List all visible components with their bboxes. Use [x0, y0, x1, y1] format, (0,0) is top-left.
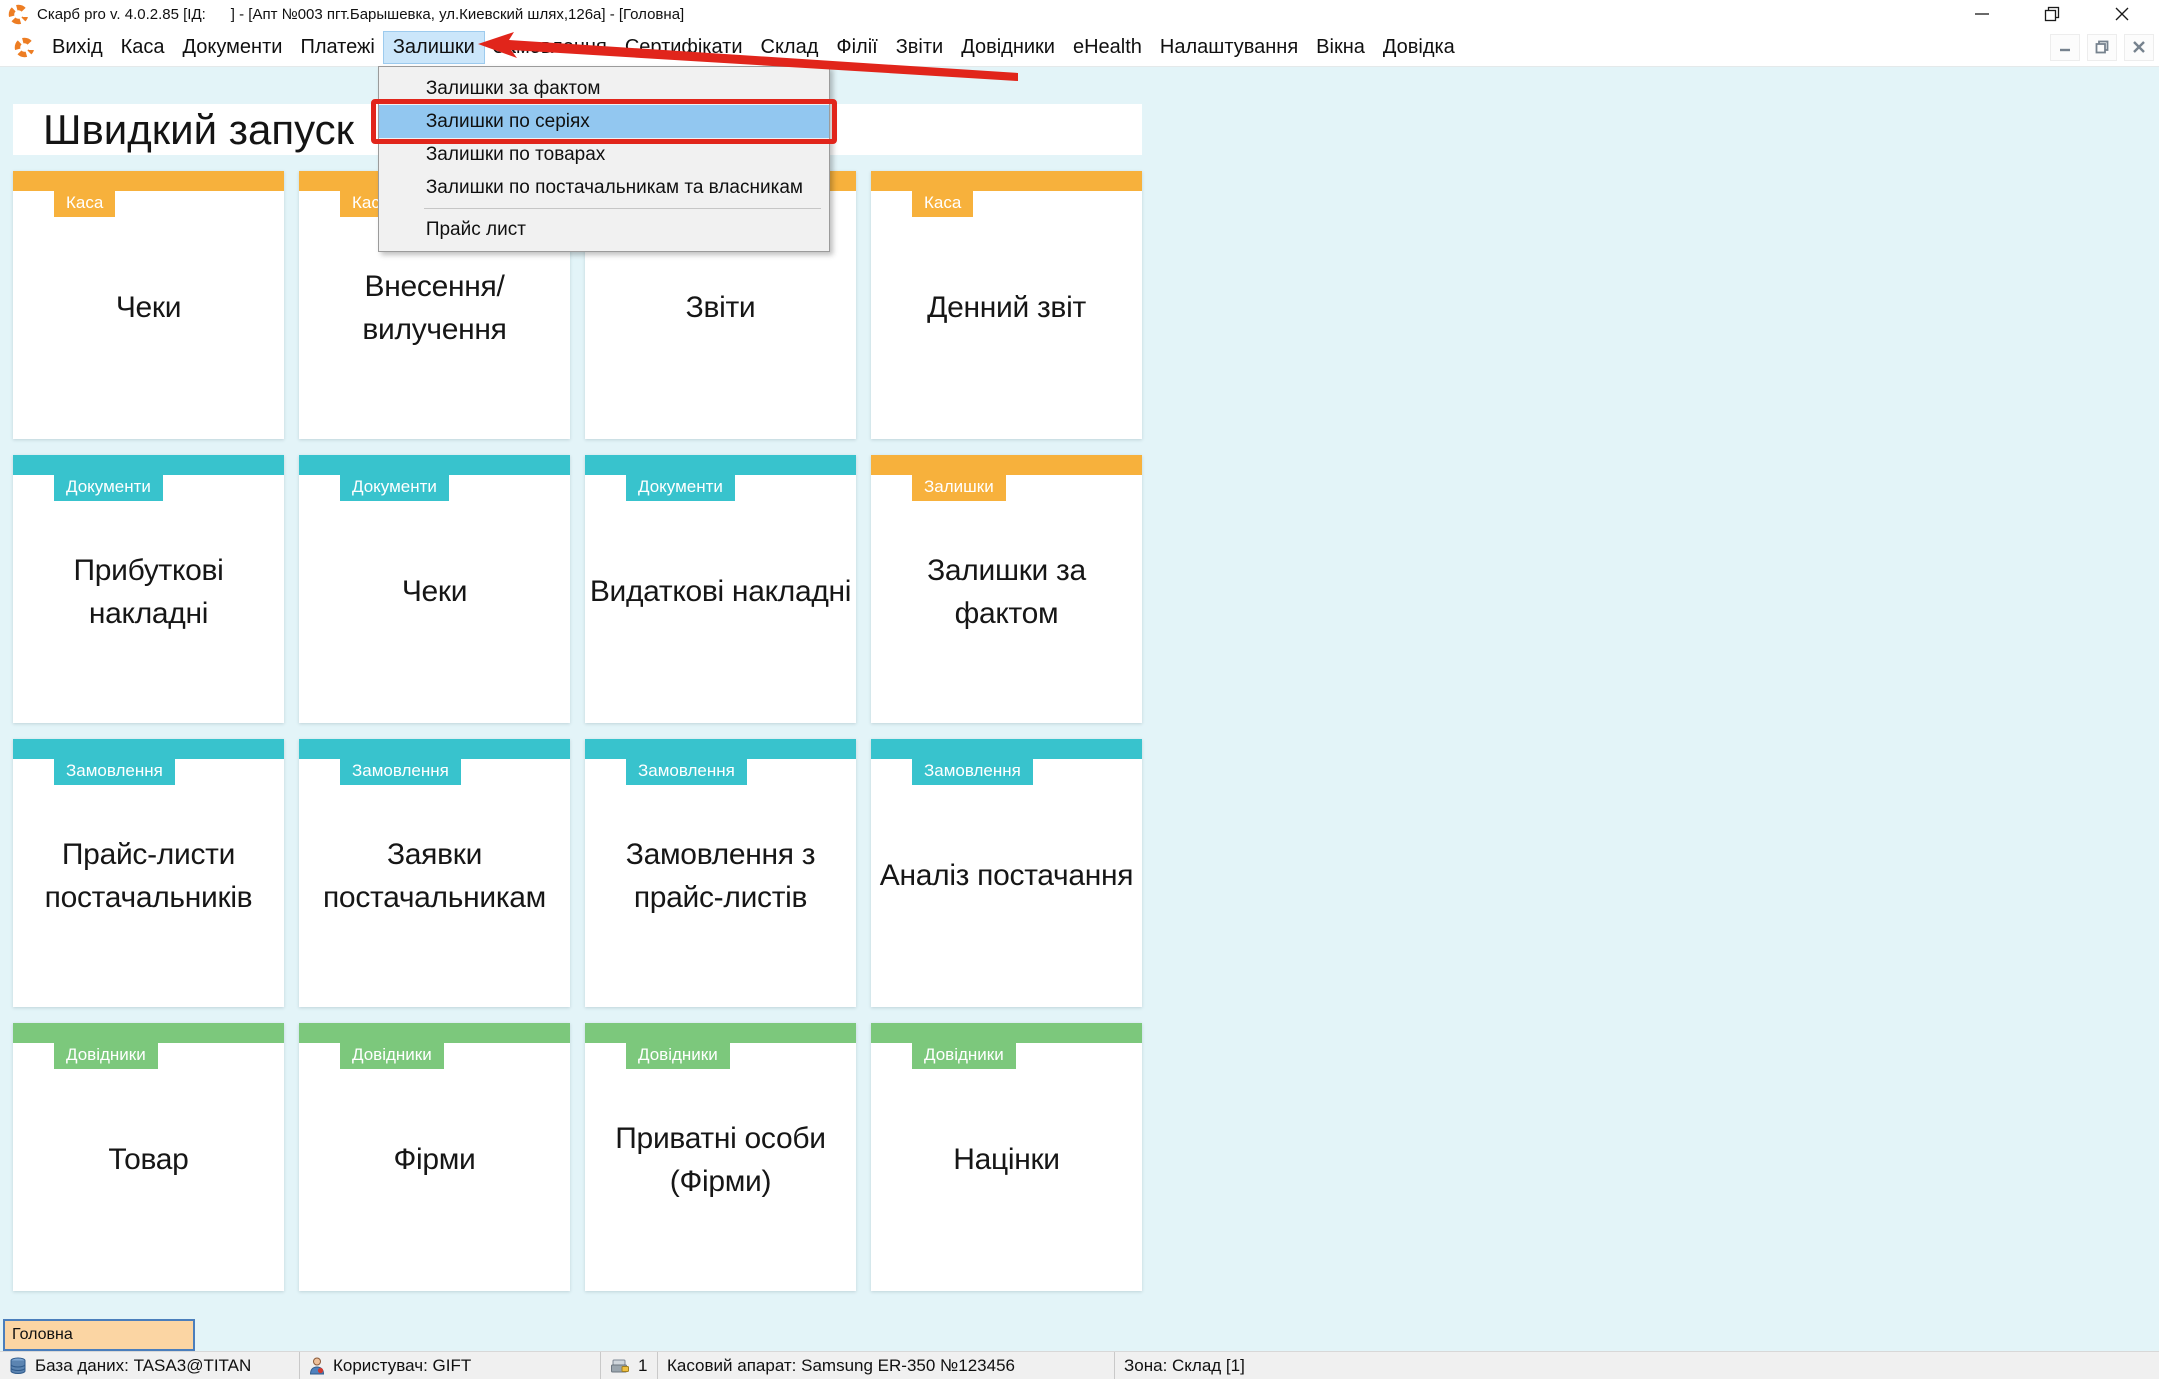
- tile-label: Залишки за фактом: [873, 467, 1140, 717]
- tile-label: Товар: [15, 1035, 282, 1285]
- quick-launch-tile[interactable]: Довідники Товар: [13, 1023, 284, 1291]
- menu-item-sertyfikaty[interactable]: Сертифікати: [616, 32, 752, 63]
- quick-launch-tile[interactable]: Каса Денний звіт: [871, 171, 1142, 439]
- menu-item-ehealth[interactable]: eHealth: [1064, 32, 1151, 63]
- mdi-window-controls: [2050, 34, 2159, 61]
- menu-item-dovidnyky[interactable]: Довідники: [952, 32, 1064, 63]
- menu-item-kasa[interactable]: Каса: [112, 32, 174, 63]
- menu-item-dovidka[interactable]: Довідка: [1374, 32, 1464, 63]
- tile-label: Денний звіт: [873, 183, 1140, 433]
- quick-launch-tile[interactable]: Каса Чеки: [13, 171, 284, 439]
- status-zone-text: Зона: Склад [1]: [1124, 1356, 1245, 1376]
- page-title: Швидкий запуск: [43, 106, 354, 154]
- quick-launch-grid: Каса Чеки Каса Внесення/вилучення Каса З…: [13, 171, 1142, 1291]
- tile-label: Приватні особи (Фірми): [587, 1035, 854, 1285]
- app-logo-icon: [8, 4, 29, 25]
- menu-bar: Вихід Каса Документи Платежі Залишки Зал…: [0, 28, 2159, 67]
- close-button[interactable]: [2107, 2, 2137, 26]
- menu-item-nalashtuvannya[interactable]: Налаштування: [1151, 32, 1307, 63]
- main-content: Швидкий запуск Каса Чеки Каса Внесення/в…: [0, 68, 2159, 1351]
- window-controls: [1967, 2, 2159, 26]
- child-window-icon: [14, 37, 35, 58]
- status-register-count-text: 1: [638, 1356, 647, 1376]
- menu-item-sklad[interactable]: Склад: [752, 32, 828, 63]
- status-register-count: 1: [601, 1352, 658, 1379]
- minimize-button[interactable]: [1967, 2, 1997, 26]
- dropdown-item-zalyshky-po-seriyah[interactable]: Залишки по серіях: [379, 105, 829, 138]
- quick-launch-tile[interactable]: Замовлення Замовлення з прайс-листів: [585, 739, 856, 1007]
- title-bar: Скарб pro v. 4.0.2.85 [ІД: ] - [Апт №003…: [0, 0, 2159, 28]
- status-cash-register-text: Касовий апарат: Samsung ER-350 №123456: [667, 1356, 1015, 1376]
- tile-label: Чеки: [301, 467, 568, 717]
- dropdown-item-label: Залишки по серіях: [426, 111, 590, 132]
- mdi-minimize-button[interactable]: [2050, 34, 2080, 61]
- quick-launch-tile[interactable]: Довідники Націнки: [871, 1023, 1142, 1291]
- menu-item-vyhid[interactable]: Вихід: [43, 32, 112, 63]
- menu-item-zalyshky-label: Залишки: [393, 36, 475, 58]
- dropdown-item-zalyshky-po-postachalnykam[interactable]: Залишки по постачальникам та власникам: [379, 171, 829, 204]
- window-title: Скарб pro v. 4.0.2.85 [ІД: ] - [Апт №003…: [37, 6, 684, 23]
- zalyshky-dropdown-menu: Залишки за фактом Залишки по серіях Зали…: [378, 66, 830, 252]
- menu-item-zvity[interactable]: Звіти: [887, 32, 952, 63]
- tile-label: Аналіз постачання: [873, 751, 1140, 1001]
- cash-register-icon: [610, 1358, 630, 1374]
- dropdown-item-zalyshky-za-faktom[interactable]: Залишки за фактом: [379, 72, 829, 105]
- menu-item-filii[interactable]: Філії: [827, 32, 886, 63]
- tile-label: Заявки постачальникам: [301, 751, 568, 1001]
- quick-launch-tile[interactable]: Замовлення Заявки постачальникам: [299, 739, 570, 1007]
- quick-launch-tile[interactable]: Документи Прибуткові накладні: [13, 455, 284, 723]
- status-database-text: База даних: TASA3@TITAN: [35, 1356, 251, 1376]
- status-cash-register: Касовий апарат: Samsung ER-350 №123456: [658, 1352, 1115, 1379]
- quick-launch-tile[interactable]: Документи Видаткові накладні: [585, 455, 856, 723]
- quick-launch-tile[interactable]: Довідники Фірми: [299, 1023, 570, 1291]
- tile-label: Чеки: [15, 183, 282, 433]
- dropdown-item-zalyshky-po-tovarah[interactable]: Залишки по товарах: [379, 138, 829, 171]
- tab-holovna-label: Головна: [12, 1326, 73, 1344]
- status-database: База даних: TASA3@TITAN: [0, 1352, 300, 1379]
- tab-holovna[interactable]: Головна: [3, 1319, 195, 1351]
- dropdown-item-price-list[interactable]: Прайс лист: [379, 213, 829, 246]
- status-zone: Зона: Склад [1]: [1115, 1352, 2159, 1379]
- quick-launch-tile[interactable]: Замовлення Аналіз постачання: [871, 739, 1142, 1007]
- mdi-restore-button[interactable]: [2087, 34, 2117, 61]
- menu-item-dokumenty[interactable]: Документи: [174, 32, 292, 63]
- quick-launch-tile[interactable]: Залишки Залишки за фактом: [871, 455, 1142, 723]
- database-icon: [9, 1357, 27, 1375]
- status-user-text: Користувач: GIFT: [333, 1356, 471, 1376]
- app-window: Скарб pro v. 4.0.2.85 [ІД: ] - [Апт №003…: [0, 0, 2159, 1379]
- menu-item-zalyshky[interactable]: Залишки Залишки за фактом Залишки по сер…: [384, 32, 484, 63]
- status-user: Користувач: GIFT: [300, 1352, 601, 1379]
- quick-launch-tile[interactable]: Довідники Приватні особи (Фірми): [585, 1023, 856, 1291]
- status-bar: База даних: TASA3@TITAN Користувач: GIFT…: [0, 1351, 2159, 1379]
- user-icon: [309, 1357, 325, 1375]
- tile-label: Прибуткові накладні: [15, 467, 282, 717]
- menu-item-vikna[interactable]: Вікна: [1307, 32, 1374, 63]
- tile-label: Прайс-листи постачальників: [15, 751, 282, 1001]
- dropdown-separator: [424, 208, 821, 209]
- tile-label: Видаткові накладні: [587, 467, 854, 717]
- quick-launch-tile[interactable]: Документи Чеки: [299, 455, 570, 723]
- quick-launch-tile[interactable]: Замовлення Прайс-листи постачальників: [13, 739, 284, 1007]
- restore-button[interactable]: [2037, 2, 2067, 26]
- tile-label: Замовлення з прайс-листів: [587, 751, 854, 1001]
- menu-item-zamovlennya[interactable]: Замовлення: [484, 32, 616, 63]
- tile-label: Фірми: [301, 1035, 568, 1285]
- tile-label: Націнки: [873, 1035, 1140, 1285]
- mdi-close-button[interactable]: [2124, 34, 2154, 61]
- menu-item-platezhi[interactable]: Платежі: [291, 32, 383, 63]
